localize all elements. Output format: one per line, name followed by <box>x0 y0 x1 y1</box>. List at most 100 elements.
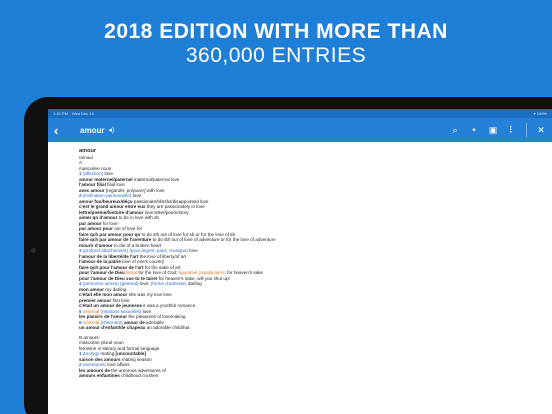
toolbar: ‹ amour ◂) ⌕ • ▣ ⠇ ✕ <box>48 118 552 142</box>
search-term: amour <box>80 125 105 135</box>
entry-segment: they are passionately in love <box>146 204 205 209</box>
entry-segment: love; <box>139 281 151 286</box>
entry-segment: darling <box>187 281 202 286</box>
entry-segment: passionate/blissful/disappointed love <box>133 198 209 204</box>
entry-segment: Zoology <box>82 351 101 356</box>
entry-segment: c'était elle mon amour <box>79 292 129 297</box>
close-icon[interactable]: ✕ <box>536 125 546 136</box>
entry-segment: faire qch pour l'amour de l'art <box>79 264 145 270</box>
entry-segment: it was a youthful romance <box>143 303 196 308</box>
entry-segment: filial love <box>107 182 125 187</box>
status-date: Wed Dec 13 <box>71 111 94 116</box>
camera-icon[interactable]: ▣ <box>488 125 498 136</box>
entry-segment: love <box>104 171 113 176</box>
entry-segment: premier amour <box>79 297 113 303</box>
entry-segment: maternal/paternal love <box>133 176 180 182</box>
entry-segment: c'est le grand amour entre eux <box>79 204 147 209</box>
entry-segment: childhood crushes <box>121 373 159 378</box>
entry-segment: lettre/poème/histoire d'amour <box>79 209 145 215</box>
entry-segment: par amour pour <box>79 226 115 231</box>
entry-segment: mourir d'amour <box>79 242 115 248</box>
entry-segment: (charmant) <box>100 319 124 325</box>
entry-segment: adorable <box>145 319 164 325</box>
entry-segment: out of love for <box>114 226 143 231</box>
entry-segment: l'amour filial <box>79 182 108 187</box>
entry-segment: to do sth out of love for sb or for the … <box>141 231 236 237</box>
app-screen: 1:42 PM Wed Dec 13 ▾ 100% ‹ amour ◂) ⌕ •… <box>48 109 552 414</box>
camera-dot <box>31 248 36 253</box>
entry-segment: (inclination personnelle) <box>82 193 133 198</box>
entry-segment: to do sth out of love of adventure or fo… <box>152 237 276 242</box>
search-icon[interactable]: ⌕ <box>450 125 460 136</box>
entry-segment: (profond attachement) (pour argent, pays… <box>82 248 190 253</box>
entry-segment: par amour <box>79 220 103 226</box>
entry-segment: c'était un amour de jeunesse <box>79 303 144 308</box>
entry-segment: amours enfantines <box>79 373 122 378</box>
audio-icon[interactable]: ◂) <box>108 126 114 134</box>
headline-line-1: 2018 EDITION WITH MORE THAN <box>104 20 448 43</box>
entry-segment: saison des amours <box>79 356 122 362</box>
entry-segment: first love <box>112 297 130 303</box>
entry-segment: love letter/poem/story <box>144 209 189 215</box>
entry-segment: (aventures) <box>82 362 108 367</box>
entry-segment: the pleasures of lovemaking <box>128 314 186 319</box>
entry-segment: informal <box>82 319 101 325</box>
entry-segment: with love <box>146 187 165 193</box>
entry-segment: literal <box>126 270 139 275</box>
entry-segment: mating season <box>121 356 152 362</box>
entry-segment: un amour d'enfant/de chapeau <box>79 325 147 330</box>
entry-segment: for heaven's sake, will you shut up! <box>158 275 230 281</box>
entry-segment: love of one's country <box>122 259 165 264</box>
sense-b-lines: 1 Zoology mating [uncountable] saison des… <box>79 351 552 379</box>
entry-segment: love <box>189 248 198 253</box>
entry-segment: [uncountable] <box>115 351 146 356</box>
entry-segment: love <box>142 308 152 314</box>
entry-segment: mon amour <box>79 286 106 292</box>
entry-segment: the amorous adventures of <box>111 367 166 373</box>
entry-segment: l'amour de la liberté/de l'art <box>79 253 140 259</box>
entry-segment: to die of a broken heart <box>114 242 162 248</box>
status-bar: 1:42 PM Wed Dec 13 ▾ 100% <box>48 109 552 118</box>
entry-segment: pour l'amour de Dieu vas-tu te taire! <box>79 275 159 281</box>
entry-segment: the love of liberty/of art <box>139 253 187 259</box>
entry-segment: amour fou/heureux/déçu <box>79 198 134 204</box>
entry-segment: (forme d'adresse) <box>150 281 188 286</box>
entry-segment: l'amour de la patrie <box>79 259 123 264</box>
entry-segment: amour maternel/paternel <box>79 176 134 182</box>
entry-segment: mating <box>100 351 116 356</box>
entry-segment: for heaven's sake <box>227 270 264 275</box>
entry-segment: my darling <box>105 286 127 292</box>
microphone-icon[interactable]: • <box>469 125 479 135</box>
entry-segment: an adorable child/hat <box>146 325 190 330</box>
entry-segment: [regarder, préparer] <box>105 187 147 193</box>
status-battery: ▾ 100% <box>533 111 547 116</box>
entry-line: amours enfantines childhood crushes <box>79 373 552 379</box>
entry-segment: for love <box>102 220 118 226</box>
headline-line-2: 360,000 ENTRIES <box>185 44 367 67</box>
dictionary-entry: amour /amuʁ/ A masculine noun 1 (affecti… <box>48 142 552 379</box>
entry-segment: les amours de <box>79 367 112 373</box>
entry-segment: for the sake of art <box>144 264 181 270</box>
entry-segment: for the love of God; <box>138 270 179 275</box>
entry-segment: she was my true love <box>128 292 172 297</box>
entry-segment: avec amour <box>79 187 106 193</box>
sense-a-lines: 1 (affection) love amour maternel/paterne… <box>79 171 552 331</box>
entry-segment: to be in love with sb <box>118 215 159 220</box>
toolbar-divider <box>526 123 527 137</box>
entry-segment: faire qch par amour pour qn <box>79 231 142 237</box>
entry-segment: (personne aimée) (général) <box>82 281 140 286</box>
entry-segment: informal <box>82 308 101 314</box>
menu-icon[interactable]: ⠇ <box>507 125 517 136</box>
entry-segment: (affection) <box>82 171 105 176</box>
entry-segment: aimer qn d'amour <box>79 215 119 220</box>
entry-segment: faire qch par amour de l'aventure <box>79 237 153 242</box>
entry-segment: les plaisirs de l'amour <box>79 314 129 319</box>
status-time: 1:42 PM <box>53 111 68 116</box>
entry-segment: (relations sexuelles) <box>100 308 143 314</box>
entry-segment: love affairs <box>107 362 130 367</box>
back-icon[interactable]: ‹ <box>54 123 74 138</box>
entry-segment: pour l'amour de Dieu <box>79 270 127 275</box>
entry-segment: love <box>132 193 142 198</box>
entry-segment: figurative (supplication) <box>178 270 228 275</box>
entry-segment: amour de <box>123 319 146 325</box>
